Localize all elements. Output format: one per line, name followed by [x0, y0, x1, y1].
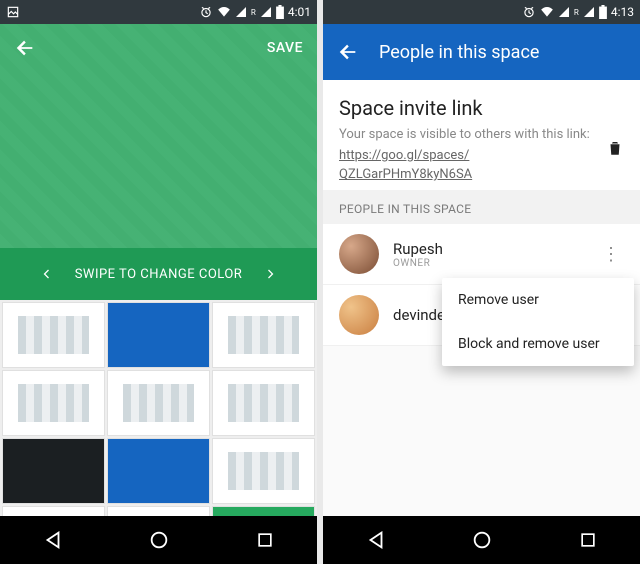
- signal2-icon: [260, 6, 272, 18]
- nav-back-icon[interactable]: [42, 529, 64, 551]
- swipe-color-bar[interactable]: SWIPE TO CHANGE COLOR: [0, 248, 317, 300]
- screen-people-in-space: R 4:13 People in this space Space invite…: [323, 0, 640, 564]
- android-navbar-left: [0, 516, 317, 564]
- image-grid[interactable]: [0, 300, 317, 516]
- invite-section: Space invite link Your space is visible …: [323, 80, 640, 190]
- alarm-icon: [522, 5, 536, 19]
- battery-icon: [599, 5, 607, 19]
- save-button[interactable]: SAVE: [267, 40, 303, 56]
- avatar: [339, 234, 379, 274]
- swipe-label: SWIPE TO CHANGE COLOR: [75, 267, 243, 282]
- grid-tile[interactable]: [107, 370, 210, 436]
- person-popup-menu: Remove user Block and remove user: [442, 278, 634, 366]
- screen-color-picker: R 4:01 SAVE SWIPE TO CHANGE COLOR: [0, 0, 317, 564]
- people-section-header: PEOPLE IN THIS SPACE: [323, 190, 640, 224]
- status-time: 4:13: [611, 5, 634, 19]
- chevron-left-icon[interactable]: [41, 268, 53, 280]
- person-role: OWNER: [393, 258, 584, 269]
- battery-icon: [276, 5, 284, 19]
- person-name: Rupesh: [393, 240, 584, 258]
- status-right-icons: R 4:01: [199, 5, 311, 19]
- grid-tile[interactable]: [2, 438, 105, 504]
- status-bar-left: R 4:01: [0, 0, 317, 24]
- delete-link-icon[interactable]: [606, 138, 624, 158]
- avatar: [339, 295, 379, 335]
- appbar-left: SAVE: [0, 24, 317, 72]
- invite-subtext: Your space is visible to others with thi…: [339, 126, 590, 144]
- invite-heading: Space invite link: [339, 96, 624, 120]
- android-navbar-right: [323, 516, 640, 564]
- r-badge-icon: R: [574, 8, 579, 17]
- grid-tile[interactable]: [107, 438, 210, 504]
- signal-icon: [235, 6, 247, 18]
- status-bar-right: R 4:13: [323, 0, 640, 24]
- wifi-icon: [540, 5, 554, 19]
- chevron-right-icon[interactable]: [264, 268, 276, 280]
- nav-back-icon[interactable]: [365, 529, 387, 551]
- nav-recent-icon[interactable]: [578, 530, 598, 550]
- grid-tile[interactable]: [2, 302, 105, 368]
- alarm-icon: [199, 5, 213, 19]
- grid-tile[interactable]: [212, 370, 315, 436]
- nav-recent-icon[interactable]: [255, 530, 275, 550]
- grid-tile[interactable]: [107, 302, 210, 368]
- back-arrow-icon[interactable]: [337, 41, 359, 63]
- wifi-icon: [217, 5, 231, 19]
- back-arrow-icon[interactable]: [14, 37, 36, 59]
- screenshot-icon: [6, 5, 20, 19]
- signal2-icon: [583, 6, 595, 18]
- grid-tile[interactable]: [107, 506, 210, 516]
- more-vert-icon[interactable]: ⋮: [598, 244, 624, 265]
- nav-home-icon[interactable]: [471, 529, 493, 551]
- invite-link[interactable]: https://goo.gl/spaces/ QZLGarPHmY8kyN6SA: [339, 148, 472, 182]
- grid-tile[interactable]: [212, 438, 315, 504]
- grid-tile[interactable]: [212, 302, 315, 368]
- status-right-icons: R 4:13: [522, 5, 634, 19]
- page-title: People in this space: [379, 42, 539, 63]
- nav-home-icon[interactable]: [148, 529, 170, 551]
- r-badge-icon: R: [251, 8, 256, 17]
- menu-remove-user[interactable]: Remove user: [442, 278, 634, 322]
- appbar-right: People in this space: [323, 24, 640, 80]
- person-row-owner[interactable]: Rupesh OWNER ⋮: [323, 224, 640, 285]
- status-left-icons: [6, 5, 20, 19]
- grid-tile[interactable]: [2, 370, 105, 436]
- empty-area: [323, 346, 640, 516]
- signal-icon: [558, 6, 570, 18]
- status-time: 4:01: [288, 5, 311, 19]
- menu-block-remove-user[interactable]: Block and remove user: [442, 322, 634, 366]
- grid-tile[interactable]: [2, 506, 105, 516]
- grid-tile[interactable]: [212, 506, 315, 516]
